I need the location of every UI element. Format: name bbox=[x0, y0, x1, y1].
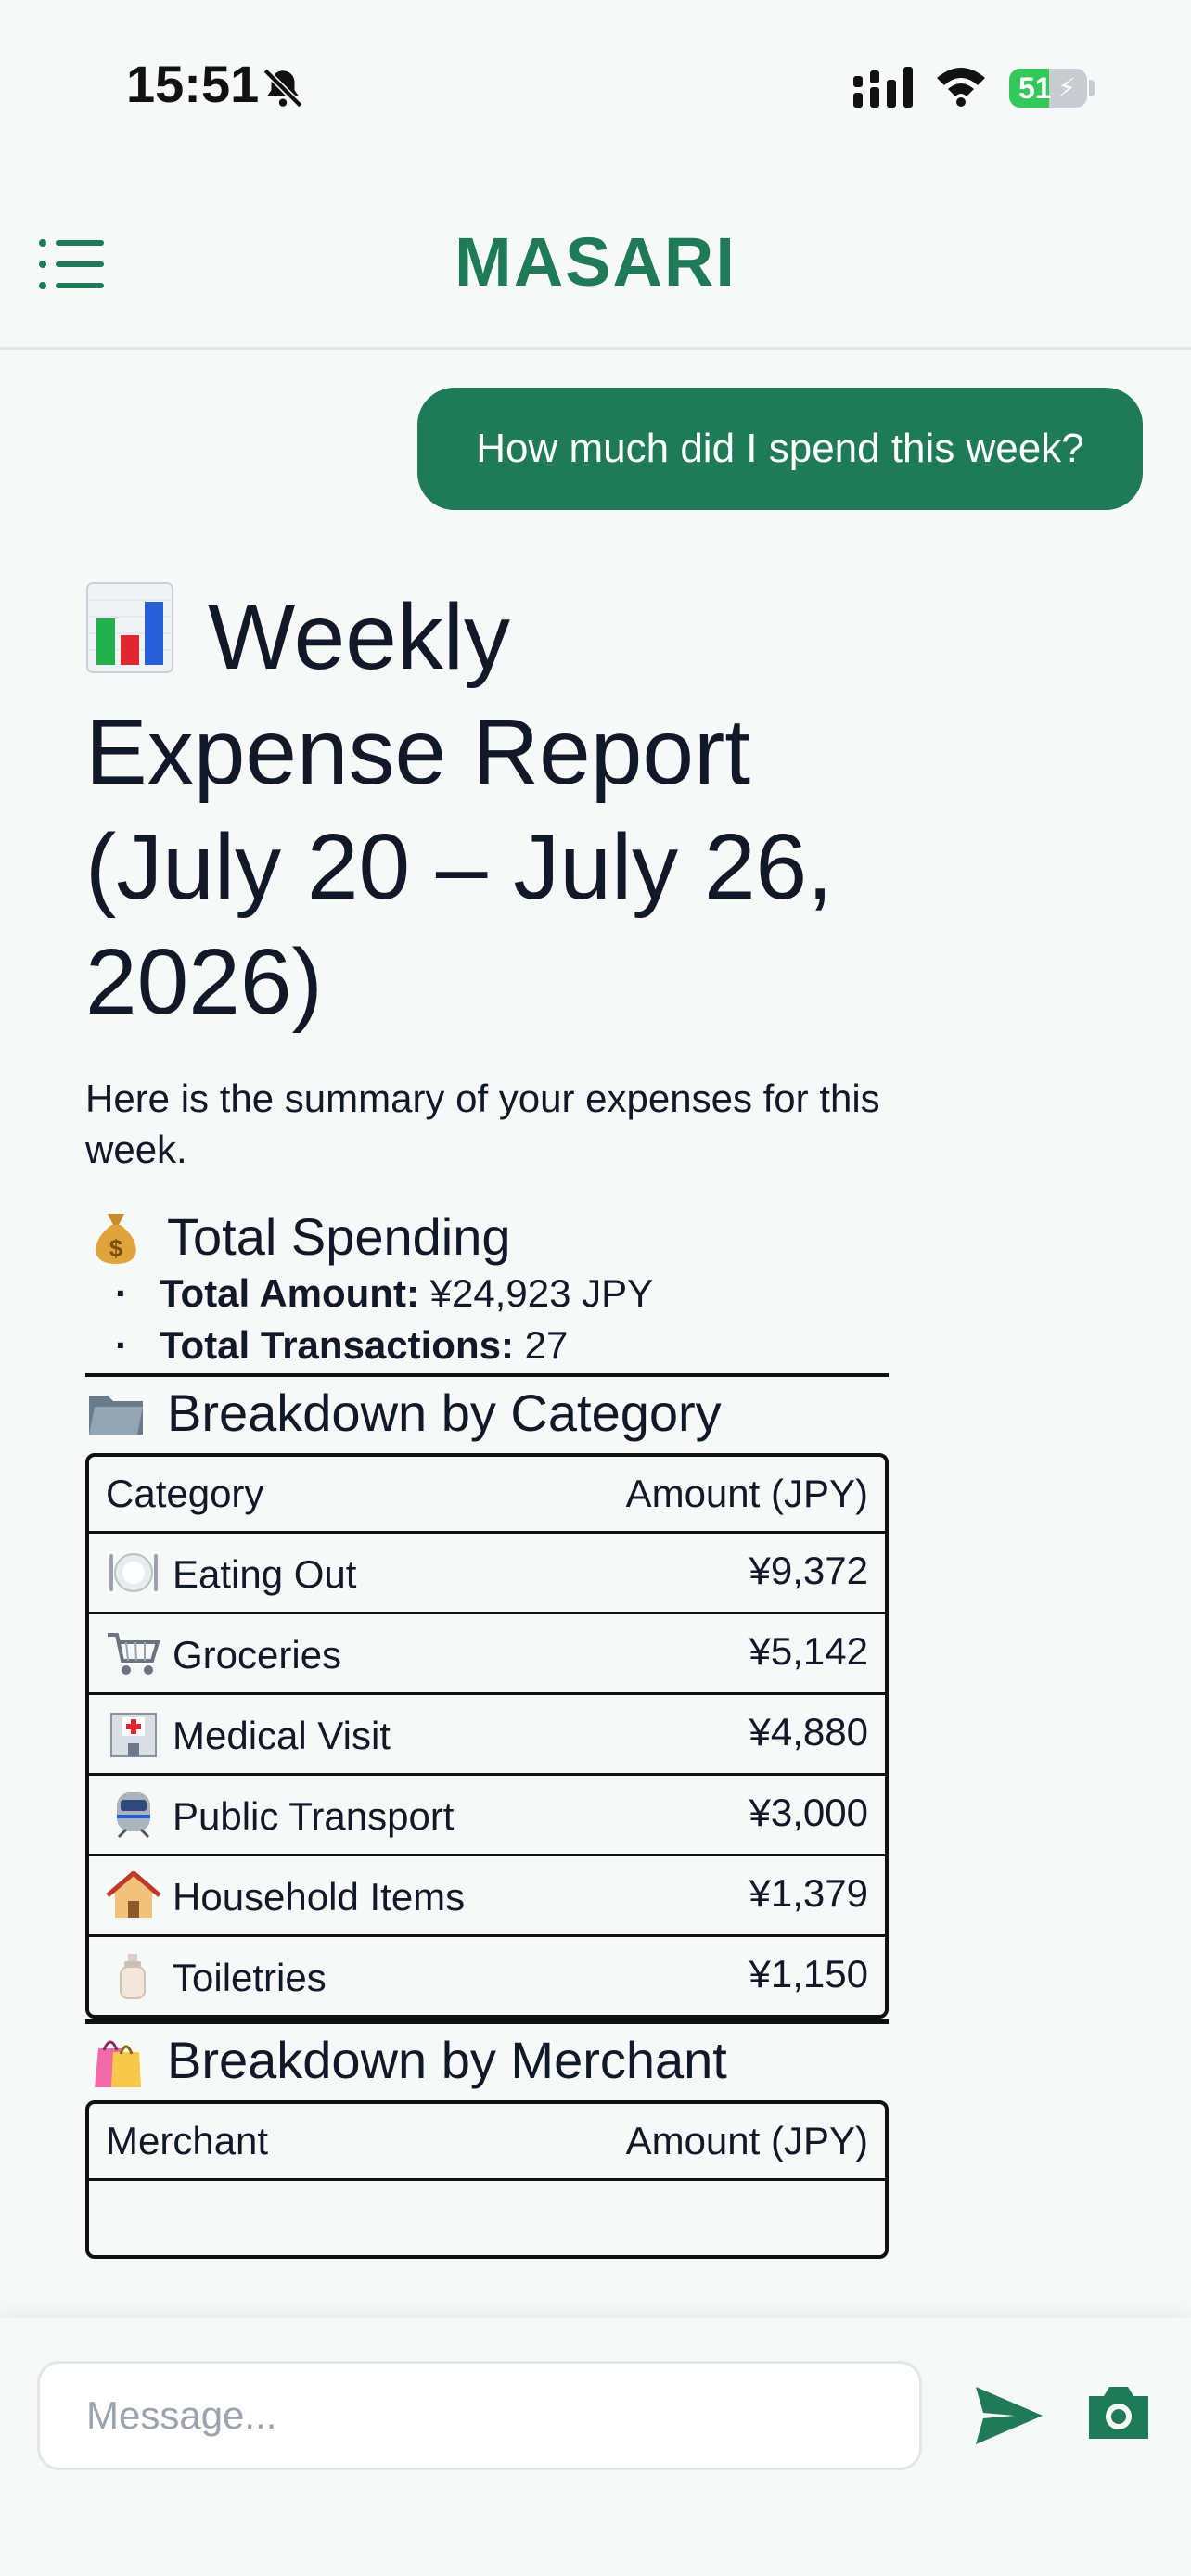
total-transactions-value: 27 bbox=[524, 1323, 569, 1367]
category-label: Eating Out bbox=[173, 1552, 357, 1596]
list-item: Total Transactions: 27 bbox=[85, 1320, 889, 1371]
category-amount: ¥1,150 bbox=[749, 1952, 868, 1996]
divider bbox=[85, 1373, 889, 1377]
wifi-icon bbox=[937, 68, 985, 107]
lotion-bottle-emoji bbox=[120, 1954, 146, 1999]
table-header-row: Category Amount (JPY) bbox=[89, 1457, 885, 1534]
total-spending-heading: $ Total Spending bbox=[85, 1206, 889, 1268]
folder-emoji bbox=[89, 1396, 143, 1435]
category-table: Category Amount (JPY) Eating Out ¥9,372 bbox=[85, 1453, 889, 2019]
assistant-report: Weekly Expense Report (July 20 – July 26… bbox=[85, 580, 889, 2259]
status-bar: 15:51 51 ⚡ bbox=[0, 0, 1191, 176]
report-summary: Here is the summary of your expenses for… bbox=[85, 1077, 880, 1171]
house-emoji bbox=[106, 1871, 161, 1918]
signal-icon bbox=[853, 67, 913, 108]
category-label: Groceries bbox=[173, 1633, 342, 1677]
category-amount: ¥9,372 bbox=[512, 1534, 885, 1614]
category-amount: ¥3,000 bbox=[512, 1776, 885, 1856]
bar-chart-emoji bbox=[86, 582, 173, 673]
user-message-bubble: How much did I spend this week? bbox=[417, 388, 1143, 510]
table-row: Groceries ¥5,142 bbox=[89, 1614, 885, 1695]
shopping-bags-emoji bbox=[95, 2040, 141, 2087]
table-row: Medical Visit ¥4,880 bbox=[89, 1695, 885, 1776]
app-header: MASARI bbox=[0, 176, 1191, 350]
category-label: Household Items bbox=[173, 1875, 466, 1919]
battery-percent: 51 bbox=[1018, 71, 1052, 105]
app-title: MASARI bbox=[455, 223, 736, 300]
table-row bbox=[89, 2181, 885, 2255]
total-spending-list: Total Amount: ¥24,923 JPY Total Transact… bbox=[85, 1268, 889, 1371]
category-cell: Eating Out bbox=[89, 1534, 512, 1614]
table-row: Toiletries ¥1,150 bbox=[89, 1937, 885, 2015]
table-row: Public Transport ¥3,000 bbox=[89, 1776, 885, 1856]
category-label: Public Transport bbox=[173, 1794, 455, 1838]
category-amount: ¥4,880 bbox=[512, 1695, 885, 1776]
shopping-cart-emoji bbox=[108, 1633, 160, 1675]
category-cell: Household Items bbox=[89, 1856, 512, 1937]
category-amount: ¥5,142 bbox=[512, 1614, 885, 1695]
send-icon[interactable] bbox=[974, 2383, 1044, 2448]
report-title: Weekly Expense Report (July 20 – July 26… bbox=[85, 580, 889, 1039]
merchant-heading-text: Breakdown by Merchant bbox=[167, 2031, 727, 2089]
money-bag-emoji: $ bbox=[96, 1214, 136, 1264]
message-input[interactable] bbox=[37, 2361, 922, 2470]
merchant-amount bbox=[512, 2181, 885, 2255]
battery-indicator: 51 ⚡ bbox=[1009, 69, 1087, 108]
divider bbox=[85, 2019, 889, 2024]
list-item: Total Amount: ¥24,923 JPY bbox=[85, 1268, 889, 1320]
total-amount-label: Total Amount: bbox=[160, 1271, 419, 1315]
total-spending-heading-text: Total Spending bbox=[167, 1207, 511, 1266]
merchant-cell bbox=[89, 2181, 512, 2255]
category-label: Toiletries bbox=[173, 1956, 327, 1999]
table-row: Household Items ¥1,379 bbox=[89, 1856, 885, 1937]
battery-cap bbox=[1089, 80, 1095, 96]
user-message-text: How much did I spend this week? bbox=[476, 426, 1084, 471]
category-cell: Public Transport bbox=[89, 1776, 512, 1856]
bell-slash-icon bbox=[263, 68, 303, 108]
merchant-table: Merchant Amount (JPY) bbox=[85, 2100, 889, 2259]
battery-charging-icon: ⚡ bbox=[1057, 73, 1076, 102]
category-heading-text: Breakdown by Category bbox=[167, 1384, 722, 1442]
category-heading: Breakdown by Category bbox=[85, 1383, 889, 1444]
category-cell: Medical Visit bbox=[89, 1695, 512, 1776]
column-header-merchant: Merchant bbox=[89, 2104, 512, 2181]
column-header-amount: Amount (JPY) bbox=[512, 1457, 885, 1534]
table-header-row: Merchant Amount (JPY) bbox=[89, 2104, 885, 2181]
report-title-text: Weekly Expense Report (July 20 – July 26… bbox=[85, 585, 833, 1034]
camera-icon[interactable] bbox=[1085, 2381, 1152, 2442]
category-cell: Toiletries bbox=[89, 1937, 512, 2015]
column-header-amount: Amount (JPY) bbox=[512, 2104, 885, 2181]
total-transactions-label: Total Transactions: bbox=[160, 1323, 514, 1367]
status-time: 15:51 bbox=[126, 55, 260, 113]
message-composer bbox=[0, 2318, 1191, 2576]
category-cell: Groceries bbox=[89, 1614, 512, 1695]
table-row: Eating Out ¥9,372 bbox=[89, 1534, 885, 1614]
column-header-category: Category bbox=[89, 1457, 512, 1534]
merchant-heading: Breakdown by Merchant bbox=[85, 2030, 889, 2091]
hospital-emoji bbox=[110, 1713, 157, 1757]
category-label: Medical Visit bbox=[173, 1714, 391, 1757]
svg-text:$: $ bbox=[109, 1234, 123, 1262]
plate-cutlery-emoji bbox=[109, 1553, 158, 1592]
train-emoji bbox=[117, 1792, 150, 1839]
total-amount-value: ¥24,923 JPY bbox=[429, 1271, 654, 1315]
category-amount: ¥1,379 bbox=[512, 1856, 885, 1937]
